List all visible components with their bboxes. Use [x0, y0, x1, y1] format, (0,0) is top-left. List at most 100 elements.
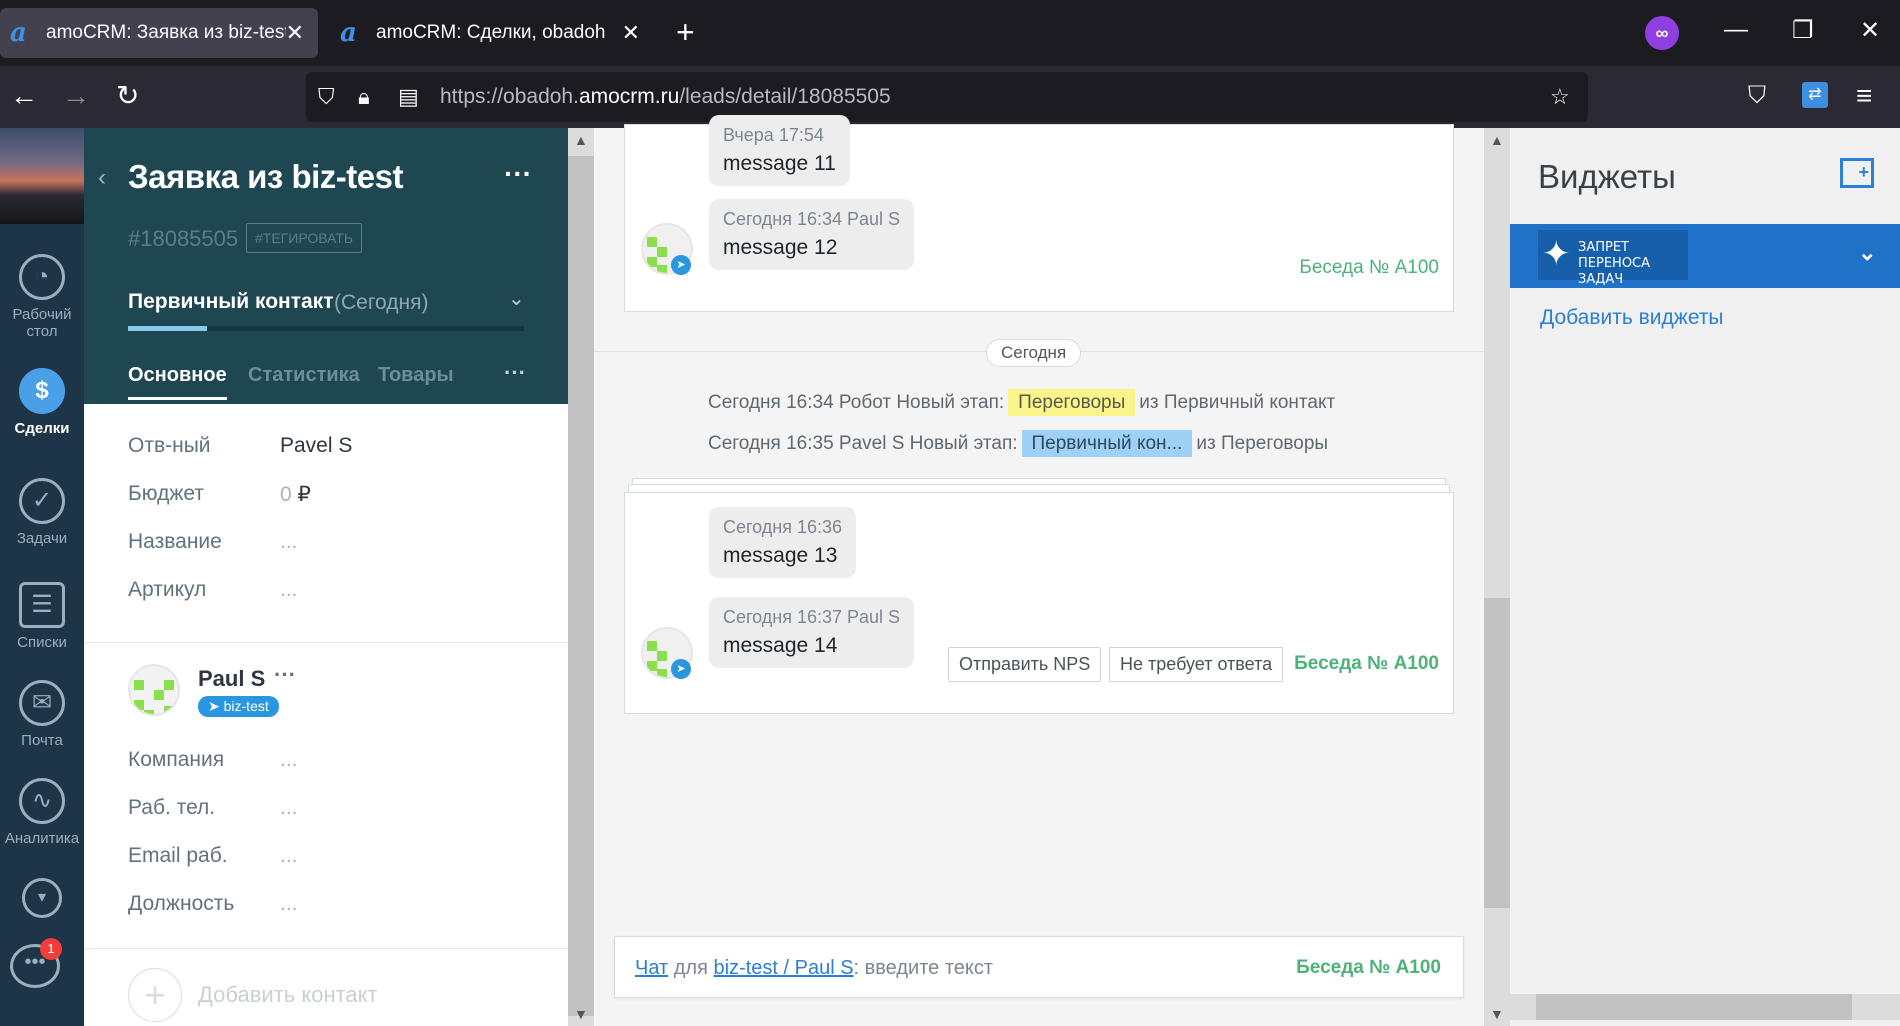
tab-close-icon[interactable]: ✕ [622, 20, 640, 46]
work-email-field[interactable]: ... [280, 844, 298, 868]
permissions-icon[interactable]: ▤ [398, 84, 419, 110]
widgets-hscrollbar[interactable] [1510, 994, 1900, 1020]
shield-icon[interactable]: ⛉ [318, 84, 335, 110]
nav-item-tasks[interactable]: ✓ Задачи [0, 478, 84, 547]
browser-tabbar: a amoCRM: Заявка из biz-test, ob ✕ a amo… [0, 0, 1900, 66]
chat-input[interactable]: Чат для biz-test / Paul S: введите текст… [614, 936, 1464, 998]
scroll-down-icon[interactable]: ▼ [1490, 1006, 1504, 1022]
chevron-down-icon[interactable]: ⌄ [1858, 240, 1876, 266]
tab-statistics[interactable]: Статистика [248, 364, 360, 387]
name-field[interactable]: ... [280, 530, 298, 554]
scroll-down-icon[interactable]: ▼ [574, 1006, 588, 1022]
add-widgets-link[interactable]: Добавить виджеты [1540, 306, 1724, 330]
tag-button[interactable]: #ТЕГИРОВАТЬ [246, 223, 363, 253]
work-phone-field[interactable]: ... [280, 796, 298, 820]
back-chevron-icon[interactable]: ‹ [98, 164, 106, 192]
minimize-icon[interactable]: — [1724, 16, 1748, 44]
amocrm-favicon-icon: a [10, 18, 27, 48]
field-label: Раб. тел. [128, 796, 216, 819]
chevron-down-icon[interactable]: ⌄ [508, 286, 525, 311]
scrollbar-thumb[interactable] [1484, 598, 1510, 908]
conversation-link[interactable]: Беседа № А100 [1299, 257, 1439, 279]
scroll-up-icon[interactable]: ▲ [574, 132, 588, 148]
article-field[interactable]: ... [280, 578, 298, 602]
chat-input-placeholder[interactable]: Чат для biz-test / Paul S: введите текст [635, 957, 993, 980]
field-label: Название [128, 530, 222, 553]
chat-type-link[interactable]: Чат [635, 957, 668, 979]
card-scrollbar[interactable]: ▲ ▼ [568, 128, 594, 1026]
message-meta: Вчера 17:54 [723, 125, 824, 145]
message-text: message 11 [723, 152, 836, 175]
field-label: Артикул [128, 578, 207, 601]
nav-label: Задачи [16, 530, 68, 547]
budget-field[interactable]: 0 ₽ [280, 482, 311, 507]
contact-menu-icon[interactable]: ··· [274, 662, 296, 688]
widgets-title: Виджеты [1538, 158, 1676, 195]
message-meta: Сегодня 16:37 Paul S [723, 607, 901, 627]
contact-avatar[interactable] [128, 664, 180, 716]
forward-icon[interactable]: → [62, 78, 90, 114]
telegram-icon: ➤ [671, 659, 691, 679]
send-nps-button[interactable]: Отправить NPS [948, 647, 1102, 682]
url-bar[interactable]: ⛉ 🔒︎ ▤ https://obadoh.amocrm.ru/leads/de… [306, 72, 1588, 122]
conversation-link[interactable]: Беседа № А100 [1296, 957, 1441, 979]
chat-block: Вчера 17:54 message 11 ➤ Сегодня 16:34 P… [624, 115, 1454, 312]
scrollbar-thumb[interactable] [568, 156, 594, 1016]
add-contact-button[interactable]: Добавить контакт [198, 982, 378, 1008]
position-field[interactable]: ... [280, 892, 298, 916]
deals-icon: $ [19, 368, 65, 414]
telegram-icon: ➤ [671, 255, 691, 275]
company-field[interactable]: ... [280, 748, 298, 772]
nav-item-dashboard[interactable]: ◔ Рабочий стол [0, 254, 84, 340]
tab-products[interactable]: Товары [378, 364, 454, 387]
tabs-more-icon[interactable]: ··· [504, 360, 526, 386]
message-meta: Сегодня 16:36 [723, 517, 843, 537]
widget-item[interactable]: ✦ Запрет переноса задач ⌄ [1510, 224, 1900, 288]
add-contact-icon[interactable]: + [128, 968, 182, 1022]
extension-icon[interactable]: ⇄ [1802, 82, 1828, 108]
tab-main[interactable]: Основное [128, 364, 227, 400]
window-close-icon[interactable]: ✕ [1860, 16, 1880, 45]
reload-icon[interactable]: ↻ [116, 78, 139, 114]
add-widget-icon[interactable]: + [1840, 158, 1874, 188]
scroll-up-icon[interactable]: ▲ [1490, 132, 1504, 148]
lead-card-header: ‹ Заявка из biz-test ··· #18085505 #ТЕГИ… [84, 128, 568, 404]
restore-icon[interactable]: ❐ [1792, 16, 1814, 45]
nav-item-analytics[interactable]: ∿ Аналитика [0, 778, 84, 847]
chat-recipient-link[interactable]: biz-test / Paul S [713, 957, 853, 979]
lead-title[interactable]: Заявка из biz-test [128, 158, 403, 196]
browser-tab[interactable]: a amoCRM: Сделки, obadoh ✕ [330, 8, 654, 58]
message-bubble: Сегодня 16:37 Paul S message 14 [709, 597, 915, 668]
bookmark-star-icon[interactable]: ☆ [1550, 84, 1570, 110]
feed-scrollbar[interactable]: ▲ ▼ [1484, 128, 1510, 1026]
lead-menu-icon[interactable]: ··· [504, 158, 532, 190]
mail-icon: ✉ [19, 680, 65, 726]
scrollbar-thumb[interactable] [1536, 994, 1852, 1020]
back-icon[interactable]: ← [10, 78, 38, 114]
pocket-icon[interactable]: ⛉ [1748, 78, 1766, 114]
field-label: Email раб. [128, 844, 228, 867]
conversation-link[interactable]: Беседа № А100 [1294, 653, 1439, 675]
pipeline-stage[interactable]: Первичный контакт [128, 290, 333, 314]
nav-item-mail[interactable]: ✉ Почта [0, 680, 84, 749]
nav-label: Аналитика [4, 830, 80, 847]
dashboard-icon: ◔ [19, 254, 65, 300]
browser-tab-active[interactable]: a amoCRM: Заявка из biz-test, ob ✕ [0, 8, 318, 58]
day-separator: Сегодня [986, 339, 1082, 367]
user-avatar[interactable] [0, 128, 84, 224]
menu-icon[interactable]: ≡ [1856, 78, 1872, 114]
no-reply-needed-button[interactable]: Не требует ответа [1109, 647, 1284, 682]
analytics-icon: ∿ [19, 778, 65, 824]
nav-item-lists[interactable]: ☰ Списки [0, 582, 84, 651]
nav-item-deals[interactable]: $ Сделки [0, 368, 84, 437]
message-bubble: Сегодня 16:36 message 13 [709, 507, 857, 578]
lock-icon[interactable]: 🔒︎ [358, 84, 370, 110]
chat-block: Сегодня 16:36 message 13 ➤ Сегодня 16:37… [624, 492, 1454, 714]
nav-more-icon[interactable]: ▾ [0, 878, 84, 924]
tab-close-icon[interactable]: ✕ [286, 20, 304, 46]
new-tab-icon[interactable]: + [676, 16, 695, 48]
contact-name[interactable]: Paul S [198, 666, 265, 692]
url-text[interactable]: https://obadoh.amocrm.ru/leads/detail/18… [440, 85, 891, 109]
contact-source-badge: ➤ biz-test [198, 696, 279, 717]
responsible-user[interactable]: Pavel S [280, 434, 352, 458]
